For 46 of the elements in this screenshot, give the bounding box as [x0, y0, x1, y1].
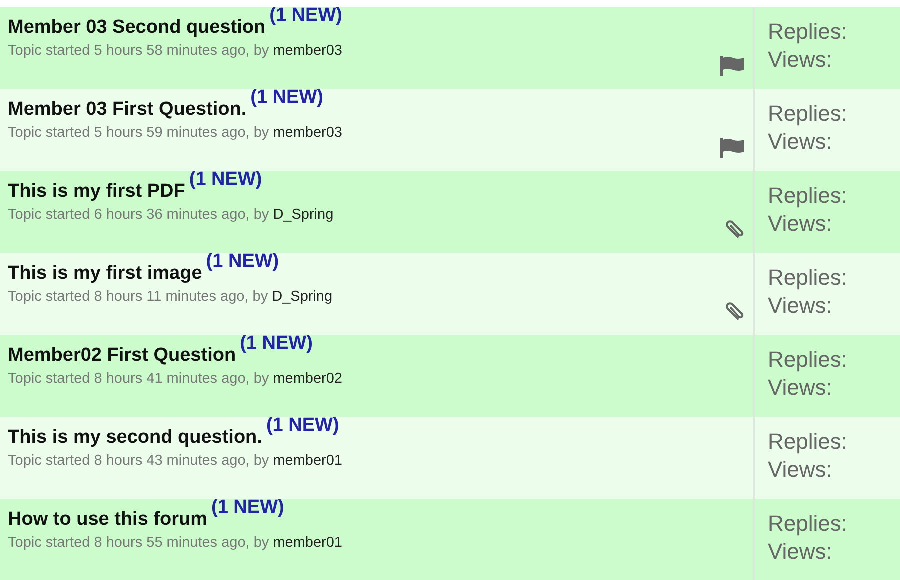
replies-label: Replies: [768, 428, 848, 456]
topic-meta: Topic started 5 hours 59 minutes ago, by member03 [8, 125, 344, 141]
topic-meta: Topic started 8 hours 55 minutes ago, by member01 [8, 535, 344, 551]
author-link[interactable]: member03 [273, 125, 342, 141]
new-count-label: (1 NEW) [206, 251, 280, 272]
new-count-label: (1 NEW) [212, 497, 284, 518]
author-link[interactable]: member02 [273, 371, 342, 387]
topic-title[interactable]: This is my second question. [8, 427, 262, 448]
author-link[interactable]: member03 [273, 43, 342, 59]
paperclip-icon [723, 219, 745, 241]
flag-icon [719, 137, 745, 159]
replies-label: Replies: [768, 18, 848, 46]
new-count-label: (1 NEW) [270, 5, 342, 26]
author-link[interactable]: member01 [273, 535, 342, 551]
views-label: Views: [768, 374, 834, 402]
author-link[interactable]: D_Spring [272, 289, 333, 305]
new-count-label: (1 NEW) [240, 333, 313, 354]
topic-meta: Topic started 5 hours 58 minutes ago, by member03 [8, 43, 344, 59]
topic-title[interactable]: Member 03 Second question [8, 17, 266, 38]
replies-label: Replies: [768, 346, 848, 374]
views-label: Views: [768, 210, 834, 238]
replies-label: Replies: [768, 510, 848, 538]
topic-meta: Topic started 8 hours 11 minutes ago, by D_Spring [8, 289, 334, 305]
topic-meta: Topic started 8 hours 41 minutes ago, by member02 [8, 371, 344, 387]
new-count-label: (1 NEW) [189, 169, 262, 190]
views-label: Views: [768, 128, 834, 156]
author-link[interactable]: D_Spring [273, 207, 334, 223]
topic-meta: Topic started 8 hours 43 minutes ago, by member01 [8, 453, 344, 469]
topic-title[interactable]: Member 03 First Question. [8, 99, 247, 120]
views-label: Views: [768, 46, 834, 74]
new-count-label: (1 NEW) [250, 87, 324, 108]
topic-title[interactable]: This is my first image [8, 263, 202, 284]
views-label: Views: [768, 538, 834, 566]
topic-meta: Topic started 6 hours 36 minutes ago, by D_Spring [8, 207, 335, 223]
author-link[interactable]: member01 [273, 453, 342, 469]
flag-icon [719, 55, 745, 77]
topic-title[interactable]: Member02 First Question [8, 345, 236, 366]
topic-title[interactable]: How to use this forum [8, 509, 208, 530]
replies-label: Replies: [768, 100, 848, 128]
views-label: Views: [768, 292, 834, 320]
replies-label: Replies: [768, 182, 848, 210]
views-label: Views: [768, 456, 834, 484]
topic-title[interactable]: This is my first PDF [8, 181, 186, 202]
replies-label: Replies: [768, 264, 848, 292]
new-count-label: (1 NEW) [266, 415, 340, 436]
paperclip-icon [723, 301, 745, 323]
